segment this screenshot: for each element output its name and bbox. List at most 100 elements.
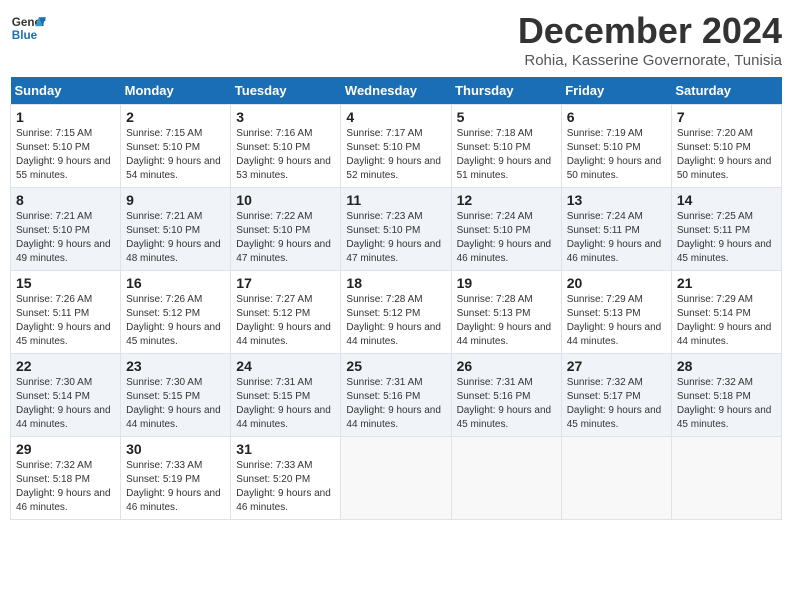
logo-icon: General Blue — [10, 10, 46, 46]
day-number: 2 — [126, 109, 225, 125]
day-number: 14 — [677, 192, 776, 208]
calendar-cell — [341, 437, 451, 520]
calendar-cell: 22 Sunrise: 7:30 AM Sunset: 5:14 PM Dayl… — [11, 354, 121, 437]
svg-text:Blue: Blue — [12, 29, 38, 42]
col-wednesday: Wednesday — [341, 77, 451, 105]
day-info: Sunrise: 7:24 AM Sunset: 5:11 PM Dayligh… — [567, 210, 666, 266]
calendar-cell: 28 Sunrise: 7:32 AM Sunset: 5:18 PM Dayl… — [671, 354, 781, 437]
calendar-row: 15 Sunrise: 7:26 AM Sunset: 5:11 PM Dayl… — [11, 271, 782, 354]
calendar-cell: 3 Sunrise: 7:16 AM Sunset: 5:10 PM Dayli… — [231, 105, 341, 188]
calendar-cell: 25 Sunrise: 7:31 AM Sunset: 5:16 PM Dayl… — [341, 354, 451, 437]
col-sunday: Sunday — [11, 77, 121, 105]
calendar-cell: 10 Sunrise: 7:22 AM Sunset: 5:10 PM Dayl… — [231, 188, 341, 271]
day-number: 20 — [567, 275, 666, 291]
day-info: Sunrise: 7:24 AM Sunset: 5:10 PM Dayligh… — [457, 210, 556, 266]
calendar-row: 1 Sunrise: 7:15 AM Sunset: 5:10 PM Dayli… — [11, 105, 782, 188]
day-number: 22 — [16, 358, 115, 374]
calendar-cell: 11 Sunrise: 7:23 AM Sunset: 5:10 PM Dayl… — [341, 188, 451, 271]
day-info: Sunrise: 7:17 AM Sunset: 5:10 PM Dayligh… — [346, 127, 445, 183]
day-info: Sunrise: 7:25 AM Sunset: 5:11 PM Dayligh… — [677, 210, 776, 266]
day-info: Sunrise: 7:29 AM Sunset: 5:14 PM Dayligh… — [677, 293, 776, 349]
day-info: Sunrise: 7:31 AM Sunset: 5:15 PM Dayligh… — [236, 376, 335, 432]
calendar-cell — [671, 437, 781, 520]
logo: General Blue — [10, 10, 46, 46]
col-saturday: Saturday — [671, 77, 781, 105]
day-info: Sunrise: 7:29 AM Sunset: 5:13 PM Dayligh… — [567, 293, 666, 349]
day-info: Sunrise: 7:32 AM Sunset: 5:18 PM Dayligh… — [677, 376, 776, 432]
day-number: 1 — [16, 109, 115, 125]
calendar-cell: 5 Sunrise: 7:18 AM Sunset: 5:10 PM Dayli… — [451, 105, 561, 188]
day-number: 23 — [126, 358, 225, 374]
day-info: Sunrise: 7:28 AM Sunset: 5:13 PM Dayligh… — [457, 293, 556, 349]
day-number: 7 — [677, 109, 776, 125]
day-number: 30 — [126, 441, 225, 457]
day-info: Sunrise: 7:32 AM Sunset: 5:18 PM Dayligh… — [16, 459, 115, 515]
calendar-cell: 21 Sunrise: 7:29 AM Sunset: 5:14 PM Dayl… — [671, 271, 781, 354]
day-info: Sunrise: 7:15 AM Sunset: 5:10 PM Dayligh… — [16, 127, 115, 183]
day-number: 24 — [236, 358, 335, 374]
header: General Blue December 2024 Rohia, Kasser… — [10, 10, 782, 69]
calendar-cell — [561, 437, 671, 520]
day-info: Sunrise: 7:23 AM Sunset: 5:10 PM Dayligh… — [346, 210, 445, 266]
day-number: 3 — [236, 109, 335, 125]
title-area: December 2024 Rohia, Kasserine Governora… — [518, 10, 782, 69]
day-number: 28 — [677, 358, 776, 374]
calendar-cell: 14 Sunrise: 7:25 AM Sunset: 5:11 PM Dayl… — [671, 188, 781, 271]
calendar-cell: 24 Sunrise: 7:31 AM Sunset: 5:15 PM Dayl… — [231, 354, 341, 437]
day-number: 27 — [567, 358, 666, 374]
day-info: Sunrise: 7:31 AM Sunset: 5:16 PM Dayligh… — [457, 376, 556, 432]
day-number: 19 — [457, 275, 556, 291]
calendar-cell: 27 Sunrise: 7:32 AM Sunset: 5:17 PM Dayl… — [561, 354, 671, 437]
day-info: Sunrise: 7:33 AM Sunset: 5:20 PM Dayligh… — [236, 459, 335, 515]
day-info: Sunrise: 7:22 AM Sunset: 5:10 PM Dayligh… — [236, 210, 335, 266]
day-number: 21 — [677, 275, 776, 291]
day-info: Sunrise: 7:32 AM Sunset: 5:17 PM Dayligh… — [567, 376, 666, 432]
day-info: Sunrise: 7:26 AM Sunset: 5:11 PM Dayligh… — [16, 293, 115, 349]
calendar-cell: 20 Sunrise: 7:29 AM Sunset: 5:13 PM Dayl… — [561, 271, 671, 354]
calendar-cell: 13 Sunrise: 7:24 AM Sunset: 5:11 PM Dayl… — [561, 188, 671, 271]
col-tuesday: Tuesday — [231, 77, 341, 105]
calendar-cell: 12 Sunrise: 7:24 AM Sunset: 5:10 PM Dayl… — [451, 188, 561, 271]
calendar-cell: 23 Sunrise: 7:30 AM Sunset: 5:15 PM Dayl… — [121, 354, 231, 437]
day-number: 12 — [457, 192, 556, 208]
day-info: Sunrise: 7:30 AM Sunset: 5:15 PM Dayligh… — [126, 376, 225, 432]
calendar-cell: 18 Sunrise: 7:28 AM Sunset: 5:12 PM Dayl… — [341, 271, 451, 354]
day-info: Sunrise: 7:33 AM Sunset: 5:19 PM Dayligh… — [126, 459, 225, 515]
calendar-cell: 8 Sunrise: 7:21 AM Sunset: 5:10 PM Dayli… — [11, 188, 121, 271]
day-number: 16 — [126, 275, 225, 291]
day-number: 13 — [567, 192, 666, 208]
day-info: Sunrise: 7:15 AM Sunset: 5:10 PM Dayligh… — [126, 127, 225, 183]
col-friday: Friday — [561, 77, 671, 105]
calendar-cell — [451, 437, 561, 520]
location-title: Rohia, Kasserine Governorate, Tunisia — [518, 52, 782, 69]
calendar-row: 22 Sunrise: 7:30 AM Sunset: 5:14 PM Dayl… — [11, 354, 782, 437]
calendar-cell: 2 Sunrise: 7:15 AM Sunset: 5:10 PM Dayli… — [121, 105, 231, 188]
day-number: 4 — [346, 109, 445, 125]
day-info: Sunrise: 7:30 AM Sunset: 5:14 PM Dayligh… — [16, 376, 115, 432]
day-info: Sunrise: 7:21 AM Sunset: 5:10 PM Dayligh… — [126, 210, 225, 266]
day-info: Sunrise: 7:26 AM Sunset: 5:12 PM Dayligh… — [126, 293, 225, 349]
calendar-cell: 19 Sunrise: 7:28 AM Sunset: 5:13 PM Dayl… — [451, 271, 561, 354]
calendar-cell: 6 Sunrise: 7:19 AM Sunset: 5:10 PM Dayli… — [561, 105, 671, 188]
day-number: 15 — [16, 275, 115, 291]
day-number: 10 — [236, 192, 335, 208]
day-info: Sunrise: 7:31 AM Sunset: 5:16 PM Dayligh… — [346, 376, 445, 432]
day-number: 6 — [567, 109, 666, 125]
calendar-cell: 29 Sunrise: 7:32 AM Sunset: 5:18 PM Dayl… — [11, 437, 121, 520]
day-info: Sunrise: 7:21 AM Sunset: 5:10 PM Dayligh… — [16, 210, 115, 266]
day-number: 8 — [16, 192, 115, 208]
calendar-cell: 7 Sunrise: 7:20 AM Sunset: 5:10 PM Dayli… — [671, 105, 781, 188]
day-info: Sunrise: 7:27 AM Sunset: 5:12 PM Dayligh… — [236, 293, 335, 349]
calendar-cell: 9 Sunrise: 7:21 AM Sunset: 5:10 PM Dayli… — [121, 188, 231, 271]
calendar-cell: 4 Sunrise: 7:17 AM Sunset: 5:10 PM Dayli… — [341, 105, 451, 188]
day-number: 25 — [346, 358, 445, 374]
calendar-cell: 30 Sunrise: 7:33 AM Sunset: 5:19 PM Dayl… — [121, 437, 231, 520]
day-number: 29 — [16, 441, 115, 457]
calendar-cell: 16 Sunrise: 7:26 AM Sunset: 5:12 PM Dayl… — [121, 271, 231, 354]
calendar-cell: 31 Sunrise: 7:33 AM Sunset: 5:20 PM Dayl… — [231, 437, 341, 520]
header-row: Sunday Monday Tuesday Wednesday Thursday… — [11, 77, 782, 105]
day-info: Sunrise: 7:16 AM Sunset: 5:10 PM Dayligh… — [236, 127, 335, 183]
day-number: 17 — [236, 275, 335, 291]
calendar-cell: 26 Sunrise: 7:31 AM Sunset: 5:16 PM Dayl… — [451, 354, 561, 437]
day-number: 18 — [346, 275, 445, 291]
